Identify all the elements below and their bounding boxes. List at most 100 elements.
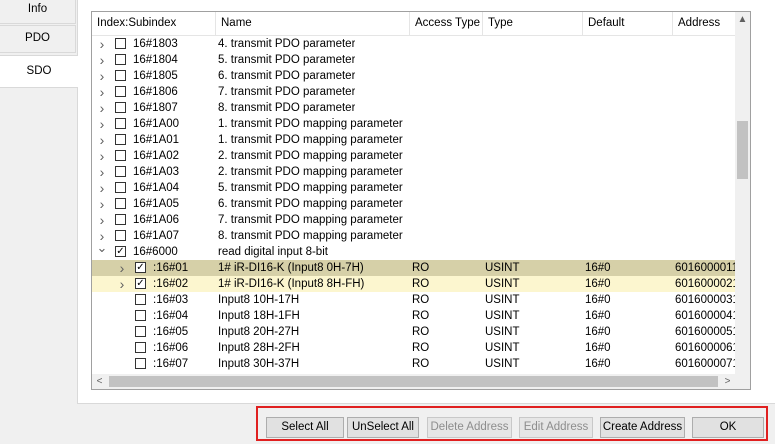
- cell-name: Input8 10H-17H: [218, 294, 300, 306]
- row-checkbox[interactable]: [135, 326, 146, 337]
- scroll-up-icon[interactable]: ▲: [735, 12, 750, 27]
- checkmark-icon: ✓: [116, 246, 125, 257]
- table-row[interactable]: › 16#1A06 7. transmit PDO mapping paramete…: [92, 212, 735, 228]
- chevron-right-icon[interactable]: ›: [96, 196, 108, 212]
- chevron-right-icon[interactable]: ›: [96, 36, 108, 52]
- vertical-scroll-thumb[interactable]: [737, 121, 748, 179]
- row-checkbox[interactable]: [115, 86, 126, 97]
- table-row[interactable]: › ✓:16#02 1# iR-DI16-K (Input8 8H-FH) RO USI…: [92, 276, 735, 292]
- scroll-left-icon[interactable]: <: [92, 374, 107, 389]
- cell-name: 2. transmit PDO mapping parameter: [218, 166, 403, 178]
- row-checkbox[interactable]: [115, 38, 126, 49]
- table-row[interactable]: ⌄ ✓ 16#6000 read digital input 8-bit: [92, 241, 735, 260]
- chevron-right-icon[interactable]: ›: [96, 116, 108, 132]
- table-row[interactable]: :16#04 Input8 18H-1FH RO USINT 16#0 601600004…: [92, 308, 735, 324]
- row-checkbox[interactable]: ✓: [115, 246, 126, 257]
- row-checkbox[interactable]: [115, 182, 126, 193]
- tab-info[interactable]: Info: [0, 0, 76, 24]
- cell-index: 16#1807: [133, 102, 178, 114]
- row-checkbox[interactable]: [115, 54, 126, 65]
- row-checkbox[interactable]: [115, 70, 126, 81]
- column-header-index[interactable]: Index:Subindex: [92, 12, 216, 35]
- cell-index: 16#1804: [133, 54, 178, 66]
- cell-index: :16#03: [153, 294, 189, 306]
- table-row[interactable]: › 16#1A05 6. transmit PDO mapping paramete…: [92, 196, 735, 212]
- row-checkbox[interactable]: ✓: [135, 278, 146, 289]
- table-row[interactable]: › 16#1806 7. transmit PDO parameter: [92, 84, 735, 100]
- tab-pdo[interactable]: PDO: [0, 25, 76, 53]
- chevron-right-icon[interactable]: ›: [96, 148, 108, 164]
- table-row[interactable]: › ✓:16#01 1# iR-DI16-K (Input8 0H-7H) RO USI…: [92, 260, 735, 276]
- cell-name: 6. transmit PDO parameter: [218, 70, 356, 82]
- cell-index: :16#02: [153, 278, 189, 290]
- table-row[interactable]: › 16#1A02 2. transmit PDO mapping paramete…: [92, 148, 735, 164]
- cell-index: 16#1A02: [133, 150, 180, 162]
- tab-sdo[interactable]: SDO: [0, 55, 78, 88]
- chevron-right-icon[interactable]: ›: [96, 180, 108, 196]
- edit-address-button[interactable]: Edit Address: [519, 417, 593, 438]
- cell-access-type: RO: [412, 278, 430, 290]
- chevron-right-icon[interactable]: ›: [96, 100, 108, 116]
- row-checkbox[interactable]: [135, 310, 146, 321]
- cell-address: 6016000051: [675, 326, 735, 338]
- row-checkbox[interactable]: [115, 214, 126, 225]
- column-header-access-type[interactable]: Access Type: [410, 12, 483, 35]
- chevron-right-icon[interactable]: ›: [116, 260, 128, 276]
- table-row[interactable]: › 16#1A03 2. transmit PDO mapping paramete…: [92, 164, 735, 180]
- table-row[interactable]: › 16#1807 8. transmit PDO parameter: [92, 100, 735, 116]
- table-row[interactable]: :16#07 Input8 30H-37H RO USINT 16#0 601600007…: [92, 356, 735, 372]
- chevron-right-icon[interactable]: ›: [96, 84, 108, 100]
- row-checkbox[interactable]: [115, 198, 126, 209]
- row-checkbox[interactable]: [115, 230, 126, 241]
- row-checkbox[interactable]: [115, 134, 126, 145]
- chevron-right-icon[interactable]: ›: [96, 132, 108, 148]
- horizontal-scroll-thumb[interactable]: [109, 376, 718, 387]
- row-checkbox[interactable]: [135, 294, 146, 305]
- cell-name: Input8 28H-2FH: [218, 342, 300, 354]
- table-row[interactable]: › 16#1A07 8. transmit PDO mapping paramete…: [92, 228, 735, 244]
- column-header-name[interactable]: Name: [216, 12, 410, 35]
- table-row[interactable]: › 16#1803 4. transmit PDO parameter: [92, 36, 735, 52]
- row-checkbox[interactable]: [135, 342, 146, 353]
- vertical-scrollbar[interactable]: ▲: [735, 12, 750, 374]
- row-checkbox[interactable]: [115, 166, 126, 177]
- column-header-address[interactable]: Address: [673, 12, 735, 35]
- table-row[interactable]: :16#05 Input8 20H-27H RO USINT 16#0 601600005…: [92, 324, 735, 340]
- scroll-right-icon[interactable]: >: [720, 374, 735, 389]
- delete-address-button[interactable]: Delete Address: [427, 417, 512, 438]
- table-row[interactable]: › 16#1805 6. transmit PDO parameter: [92, 68, 735, 84]
- cell-index: 16#1A04: [133, 182, 180, 194]
- row-checkbox[interactable]: [115, 118, 126, 129]
- row-checkbox[interactable]: ✓: [135, 262, 146, 273]
- row-checkbox[interactable]: [115, 150, 126, 161]
- cell-name: Input8 20H-27H: [218, 326, 300, 338]
- table-row[interactable]: › 16#1804 5. transmit PDO parameter: [92, 52, 735, 68]
- select-all-button[interactable]: Select All: [266, 417, 344, 438]
- cell-index: :16#05: [153, 326, 189, 338]
- column-header-default[interactable]: Default: [583, 12, 673, 35]
- chevron-right-icon[interactable]: ›: [96, 68, 108, 84]
- create-address-button[interactable]: Create Address: [600, 417, 685, 438]
- chevron-right-icon[interactable]: ›: [96, 52, 108, 68]
- cell-access-type: RO: [412, 358, 430, 370]
- chevron-right-icon[interactable]: ›: [116, 276, 128, 292]
- row-checkbox[interactable]: [135, 358, 146, 369]
- cell-name: 7. transmit PDO parameter: [218, 86, 356, 98]
- table-row[interactable]: :16#03 Input8 10H-17H RO USINT 16#0 601600003…: [92, 292, 735, 308]
- cell-type: USINT: [485, 326, 520, 338]
- chevron-down-icon[interactable]: ⌄: [96, 241, 108, 260]
- table-row[interactable]: › 16#1A01 1. transmit PDO mapping paramete…: [92, 132, 735, 148]
- horizontal-scrollbar[interactable]: < >: [92, 374, 735, 389]
- table-row[interactable]: :16#06 Input8 28H-2FH RO USINT 16#0 601600006…: [92, 340, 735, 356]
- cell-index: 16#6000: [133, 246, 178, 258]
- table-row[interactable]: › 16#1A00 1. transmit PDO mapping paramete…: [92, 116, 735, 132]
- table-row[interactable]: › 16#1A04 5. transmit PDO mapping paramete…: [92, 180, 735, 196]
- cell-default: 16#0: [585, 342, 611, 354]
- chevron-right-icon[interactable]: ›: [96, 164, 108, 180]
- row-checkbox[interactable]: [115, 102, 126, 113]
- ok-button[interactable]: OK: [692, 417, 764, 438]
- column-header-type[interactable]: Type: [483, 12, 583, 35]
- unselect-all-button[interactable]: UnSelect All: [347, 417, 419, 438]
- chevron-right-icon[interactable]: ›: [96, 212, 108, 228]
- cell-address: 6016000011: [675, 262, 735, 274]
